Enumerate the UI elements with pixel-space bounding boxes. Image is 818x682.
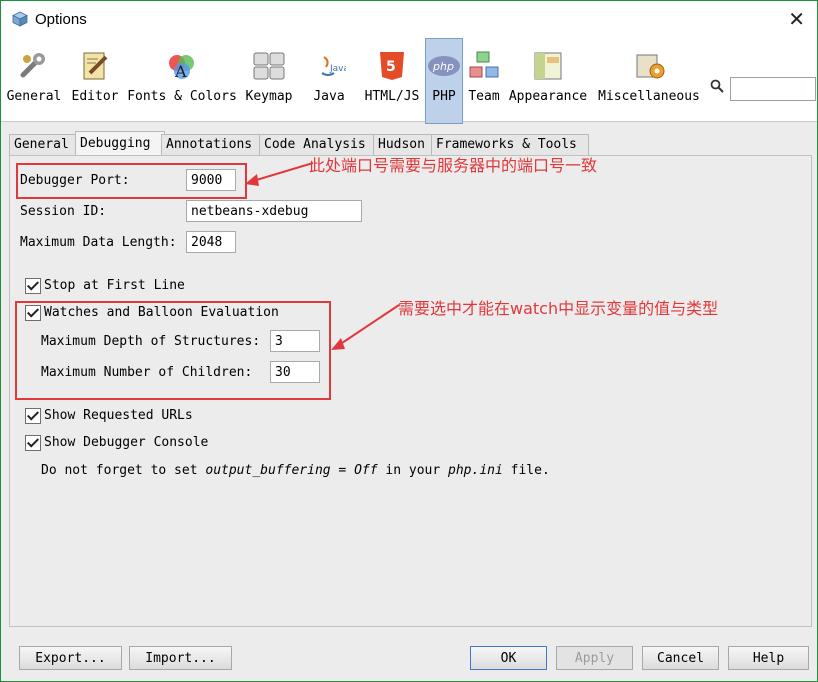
category-label: General (6, 89, 62, 104)
help-button[interactable]: Help (728, 646, 809, 670)
show-urls-label: Show Requested URLs (44, 408, 193, 423)
export-button[interactable]: Export... (19, 646, 122, 670)
category-label: Editor (71, 89, 119, 104)
note-setting: output_buffering = Off (205, 463, 378, 478)
appearance-icon (534, 52, 562, 80)
show-console-label: Show Debugger Console (44, 435, 209, 450)
session-id-label: Session ID: (20, 204, 107, 219)
tab-debugging[interactable]: Debugging (75, 131, 165, 156)
netbeans-cube-icon (12, 11, 28, 27)
fonts-colors-icon: A (169, 55, 194, 81)
category-fonts-colors[interactable]: A Fonts & Colors (125, 39, 239, 111)
max-data-length-label: Maximum Data Length: (20, 235, 177, 250)
category-toolbar: General Editor A Fonts & Colors Keymap J… (1, 37, 817, 124)
import-button[interactable]: Import... (129, 646, 232, 670)
tab-annotations[interactable]: Annotations (161, 134, 263, 155)
category-label: HTML/JS (364, 89, 420, 104)
category-php[interactable]: php PHP (425, 38, 463, 124)
show-urls-checkbox[interactable] (25, 408, 41, 424)
title-bar: Options ✕ (1, 1, 817, 37)
session-id-field[interactable]: netbeans-xdebug (186, 200, 362, 222)
search-icon (710, 79, 724, 93)
watches-highlight-box (15, 301, 331, 400)
tab-label: Debugging (80, 136, 151, 151)
options-window: Options ✕ General Editor A Fonts & Color… (0, 0, 818, 682)
show-console-checkbox[interactable] (25, 435, 41, 451)
tab-general[interactable]: General (9, 134, 77, 155)
category-miscellaneous[interactable]: Miscellaneous (595, 39, 703, 111)
max-data-length-field[interactable]: 2048 (186, 231, 236, 253)
category-keymap[interactable]: Keymap (241, 39, 297, 111)
svg-text:5: 5 (386, 59, 396, 75)
watches-annotation-arrow (331, 304, 400, 350)
category-label: Keymap (245, 89, 293, 104)
category-team[interactable]: Team (465, 39, 503, 111)
search-input[interactable] (730, 77, 816, 101)
window-title: Options (35, 11, 87, 28)
note-file: php.ini (448, 463, 503, 478)
watches-annotation-text: 需要选中才能在watch中显示变量的值与类型 (398, 299, 719, 318)
tab-label: Annotations (166, 137, 253, 152)
note-text: file. (502, 463, 550, 478)
cancel-button[interactable]: Cancel (642, 646, 719, 670)
note-text: in your (377, 463, 449, 478)
stop-first-line-label: Stop at First Line (44, 278, 185, 293)
stop-first-line-checkbox[interactable] (25, 278, 41, 294)
svg-text:php: php (432, 60, 454, 73)
category-label: Fonts & Colors (127, 89, 237, 104)
tab-label: Hudson (378, 137, 425, 152)
team-icon (469, 51, 499, 78)
port-annotation-text: 此处端口号需要与服务器中的端口号一致 (309, 156, 598, 175)
ok-button[interactable]: OK (470, 646, 547, 670)
port-highlight-box (16, 163, 247, 199)
category-label: Miscellaneous (598, 89, 700, 104)
miscellaneous-icon (636, 54, 665, 79)
note-text: Do not forget to set (41, 463, 206, 478)
tab-label: General (14, 137, 69, 152)
html5-icon: 5 (380, 52, 404, 80)
category-label: Java (313, 89, 345, 104)
close-icon[interactable]: ✕ (788, 7, 805, 32)
category-label: Appearance (508, 89, 588, 104)
svg-text:Java: Java (329, 64, 346, 74)
wrench-icon (20, 53, 45, 78)
editor-icon (83, 52, 108, 80)
tab-label: Frameworks & Tools (436, 137, 577, 152)
category-general[interactable]: General (3, 39, 65, 111)
svg-text:A: A (174, 62, 187, 81)
keymap-icon (253, 52, 285, 80)
apply-button[interactable]: Apply (556, 646, 633, 670)
category-label: PHP (432, 89, 456, 104)
category-appearance[interactable]: Appearance (505, 39, 591, 111)
category-java[interactable]: Java Java (299, 39, 359, 111)
category-editor[interactable]: Editor (67, 39, 123, 111)
php-icon: php (428, 56, 460, 76)
category-label: Team (468, 89, 500, 104)
category-html-js[interactable]: 5 HTML/JS (361, 39, 423, 111)
java-icon: Java (321, 56, 346, 76)
output-buffering-note: Do not forget to set output_buffering = … (41, 463, 550, 478)
tab-label: Code Analysis (264, 137, 366, 152)
